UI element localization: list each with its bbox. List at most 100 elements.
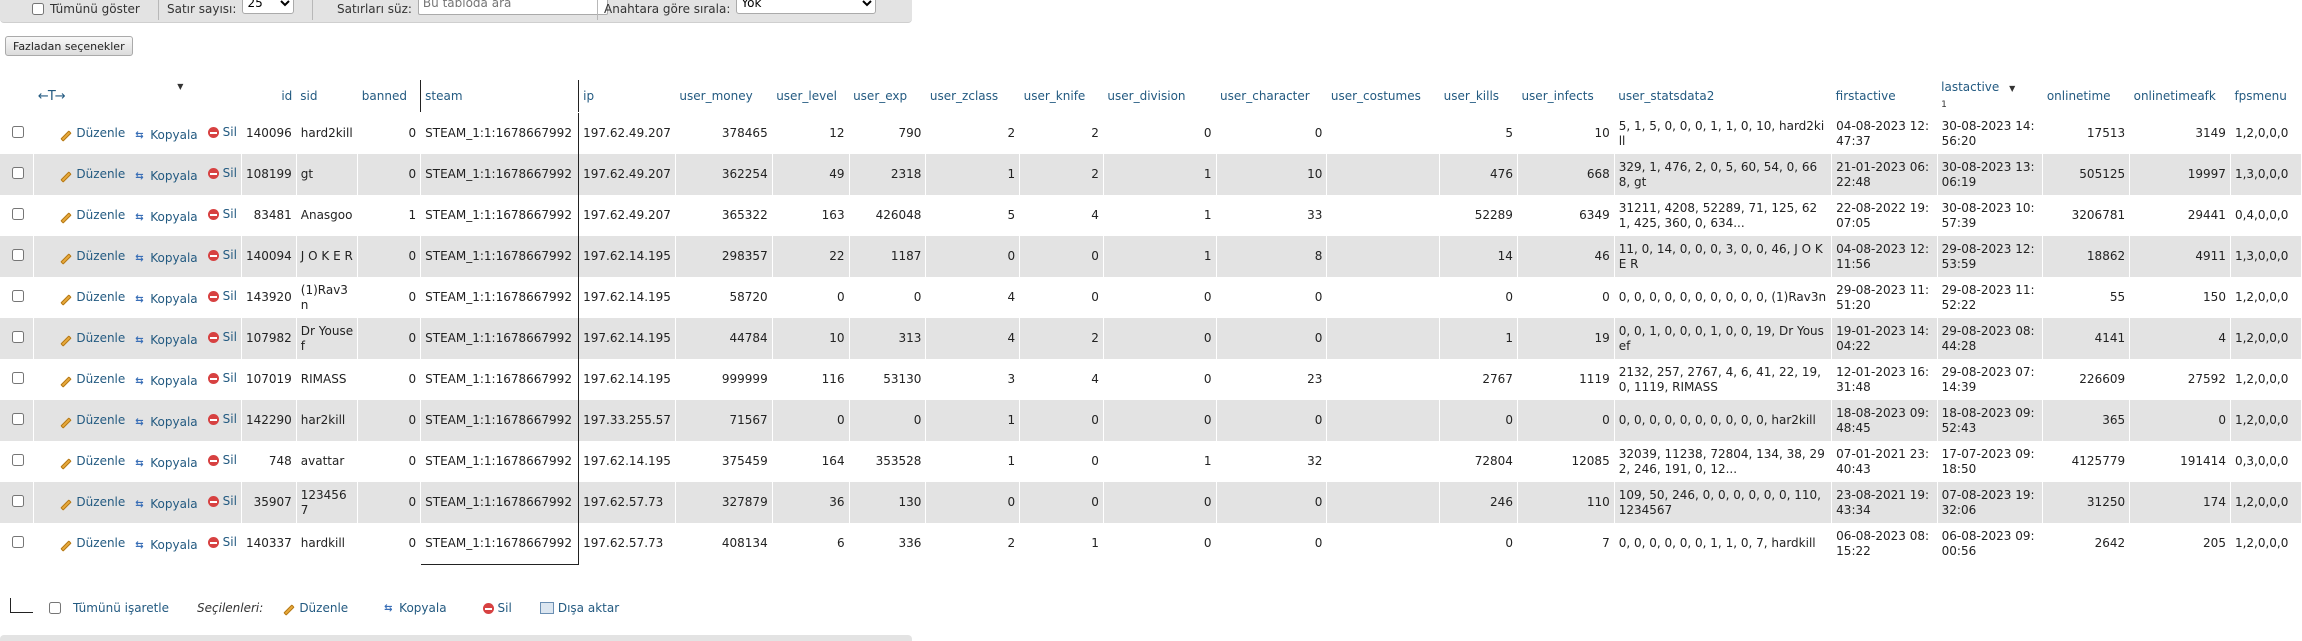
cell-user-level[interactable]: 6 bbox=[772, 523, 850, 565]
cell-user-costumes[interactable] bbox=[1326, 154, 1441, 195]
row-delete-button[interactable]: Sil bbox=[207, 412, 237, 427]
cell-lastactive[interactable]: 18-08-2023 09:52:43 bbox=[1937, 400, 2044, 441]
cell-user-division[interactable]: 1 bbox=[1103, 154, 1217, 195]
row-checkbox[interactable] bbox=[12, 330, 24, 343]
table-row[interactable]: Düzenle ⇆ Kopyala Sil 140337 hardkill 0 STEAM_1… bbox=[0, 523, 2302, 565]
row-checkbox[interactable] bbox=[12, 166, 24, 179]
row-checkbox[interactable] bbox=[12, 494, 24, 507]
cell-fpsmenu[interactable]: 1,2,0,0,0 bbox=[2230, 112, 2302, 154]
cell-user-knife[interactable]: 2 bbox=[1019, 154, 1104, 195]
table-row[interactable]: Düzenle ⇆ Kopyala Sil 107982 Dr Yousef 0 STEAM_… bbox=[0, 318, 2302, 359]
cell-sid[interactable]: gt bbox=[296, 154, 359, 195]
cell-firstactive[interactable]: 29-08-2023 11:51:20 bbox=[1831, 277, 1938, 318]
cell-user-zclass[interactable]: 1 bbox=[925, 400, 1021, 441]
cell-lastactive[interactable]: 30-08-2023 10:57:39 bbox=[1937, 195, 2044, 236]
row-copy-button[interactable]: ⇆ Kopyala bbox=[135, 333, 197, 348]
cell-onlinetimeafk[interactable]: 27592 bbox=[2129, 359, 2231, 400]
cell-user-infects[interactable]: 6349 bbox=[1517, 195, 1615, 236]
row-edit-button[interactable]: Düzenle bbox=[60, 372, 125, 388]
row-edit-button[interactable]: Düzenle bbox=[60, 495, 125, 511]
row-edit-button[interactable]: Düzenle bbox=[60, 167, 125, 183]
cell-sid[interactable]: Anasgoo bbox=[296, 195, 359, 236]
show-all-toggle[interactable]: Tümünü göster bbox=[32, 0, 140, 18]
cell-user-money[interactable]: 408134 bbox=[675, 523, 773, 565]
cell-banned[interactable]: 0 bbox=[357, 154, 422, 195]
row-edit-button[interactable]: Düzenle bbox=[60, 413, 125, 429]
cell-user-exp[interactable]: 0 bbox=[849, 400, 927, 441]
cell-onlinetime[interactable]: 3206781 bbox=[2042, 195, 2131, 236]
header-sid[interactable]: sid bbox=[296, 80, 358, 113]
cell-user-money[interactable]: 327879 bbox=[675, 482, 773, 523]
cell-steam[interactable]: STEAM_1:1:1678667992 bbox=[420, 154, 580, 195]
cell-user-level[interactable]: 12 bbox=[772, 112, 850, 154]
bulk-export-button[interactable]: Dışa aktar bbox=[539, 601, 619, 615]
cell-onlinetime[interactable]: 2642 bbox=[2042, 523, 2131, 565]
cell-fpsmenu[interactable]: 0,3,0,0,0 bbox=[2230, 441, 2302, 482]
cell-steam[interactable]: STEAM_1:1:1678667992 bbox=[420, 195, 580, 236]
cell-steam[interactable]: STEAM_1:1:1678667992 bbox=[420, 236, 580, 277]
cell-user-division[interactable]: 1 bbox=[1103, 441, 1217, 482]
cell-user-costumes[interactable] bbox=[1326, 441, 1441, 482]
cell-user-character[interactable]: 0 bbox=[1216, 277, 1328, 318]
row-delete-button[interactable]: Sil bbox=[207, 166, 237, 181]
row-delete-button[interactable]: Sil bbox=[207, 371, 237, 386]
cell-user-statsdata2[interactable]: 31211, 4208, 52289, 71, 125, 621, 425, 3… bbox=[1614, 195, 1833, 236]
cell-user-statsdata2[interactable]: 11, 0, 14, 0, 0, 0, 3, 0, 0, 46, J O K E… bbox=[1614, 236, 1833, 277]
cell-user-statsdata2[interactable]: 2132, 257, 2767, 4, 6, 41, 22, 19, 0, 11… bbox=[1614, 359, 1833, 400]
cell-user-level[interactable]: 164 bbox=[772, 441, 850, 482]
cell-user-level[interactable]: 10 bbox=[772, 318, 850, 359]
header-fpsmenu[interactable]: fpsmenu bbox=[2230, 80, 2302, 113]
cell-user-money[interactable]: 58720 bbox=[675, 277, 773, 318]
bulk-edit-button[interactable]: Düzenle bbox=[283, 601, 348, 616]
cell-fpsmenu[interactable]: 1,2,0,0,0 bbox=[2230, 277, 2302, 318]
cell-banned[interactable]: 0 bbox=[357, 318, 422, 359]
cell-id[interactable]: 140337 bbox=[241, 523, 297, 565]
row-delete-button[interactable]: Sil bbox=[207, 248, 237, 263]
cell-user-statsdata2[interactable]: 109, 50, 246, 0, 0, 0, 0, 0, 0, 110, 123… bbox=[1614, 482, 1833, 523]
cell-user-zclass[interactable]: 0 bbox=[925, 482, 1021, 523]
row-copy-button[interactable]: ⇆ Kopyala bbox=[135, 538, 197, 553]
rows-select[interactable]: 25 bbox=[242, 0, 295, 14]
cell-user-division[interactable]: 0 bbox=[1103, 318, 1217, 359]
cell-user-division[interactable]: 0 bbox=[1103, 359, 1217, 400]
row-checkbox[interactable] bbox=[12, 412, 24, 425]
header-user-exp[interactable]: user_exp bbox=[849, 80, 926, 113]
cell-steam[interactable]: STEAM_1:1:1678667992 bbox=[420, 277, 580, 318]
cell-id[interactable]: 140094 bbox=[241, 236, 297, 277]
cell-lastactive[interactable]: 29-08-2023 08:44:28 bbox=[1937, 318, 2044, 359]
cell-onlinetime[interactable]: 226609 bbox=[2042, 359, 2131, 400]
header-banned[interactable]: banned bbox=[357, 80, 421, 113]
row-edit-button[interactable]: Düzenle bbox=[60, 454, 125, 470]
header-user-kills[interactable]: user_kills bbox=[1439, 80, 1518, 113]
cell-user-exp[interactable]: 130 bbox=[849, 482, 927, 523]
cell-banned[interactable]: 0 bbox=[357, 441, 422, 482]
cell-user-character[interactable]: 0 bbox=[1216, 400, 1328, 441]
cell-onlinetimeafk[interactable]: 0 bbox=[2129, 400, 2231, 441]
cell-user-infects[interactable]: 668 bbox=[1517, 154, 1615, 195]
row-delete-button[interactable]: Sil bbox=[207, 289, 237, 304]
cell-sid[interactable]: avattar bbox=[296, 441, 359, 482]
header-user-money[interactable]: user_money bbox=[675, 80, 773, 113]
cell-user-division[interactable]: 1 bbox=[1103, 236, 1217, 277]
row-checkbox[interactable] bbox=[12, 535, 24, 548]
cell-banned[interactable]: 0 bbox=[357, 482, 422, 523]
cell-user-money[interactable]: 362254 bbox=[675, 154, 773, 195]
cell-user-infects[interactable]: 7 bbox=[1517, 523, 1615, 565]
cell-user-division[interactable]: 0 bbox=[1103, 400, 1217, 441]
cell-steam[interactable]: STEAM_1:1:1678667992 bbox=[420, 523, 580, 565]
cell-steam[interactable]: STEAM_1:1:1678667992 bbox=[420, 359, 580, 400]
cell-user-knife[interactable]: 4 bbox=[1019, 359, 1104, 400]
cell-firstactive[interactable]: 18-08-2023 09:48:45 bbox=[1831, 400, 1938, 441]
header-steam[interactable]: steam bbox=[420, 80, 580, 113]
cell-user-knife[interactable]: 0 bbox=[1019, 441, 1104, 482]
cell-sid[interactable]: J O K E R bbox=[296, 236, 359, 277]
cell-user-exp[interactable]: 336 bbox=[849, 523, 927, 565]
more-options-button[interactable]: Fazladan seçenekler bbox=[5, 36, 133, 56]
cell-user-money[interactable]: 999999 bbox=[675, 359, 773, 400]
cell-fpsmenu[interactable]: 0,4,0,0,0 bbox=[2230, 195, 2302, 236]
cell-banned[interactable]: 0 bbox=[357, 112, 422, 154]
cell-user-money[interactable]: 44784 bbox=[675, 318, 773, 359]
header-lastactive[interactable]: lastactive ▼ 1 bbox=[1937, 80, 2043, 113]
cell-firstactive[interactable]: 12-01-2023 16:31:48 bbox=[1831, 359, 1938, 400]
cell-user-infects[interactable]: 1119 bbox=[1517, 359, 1615, 400]
